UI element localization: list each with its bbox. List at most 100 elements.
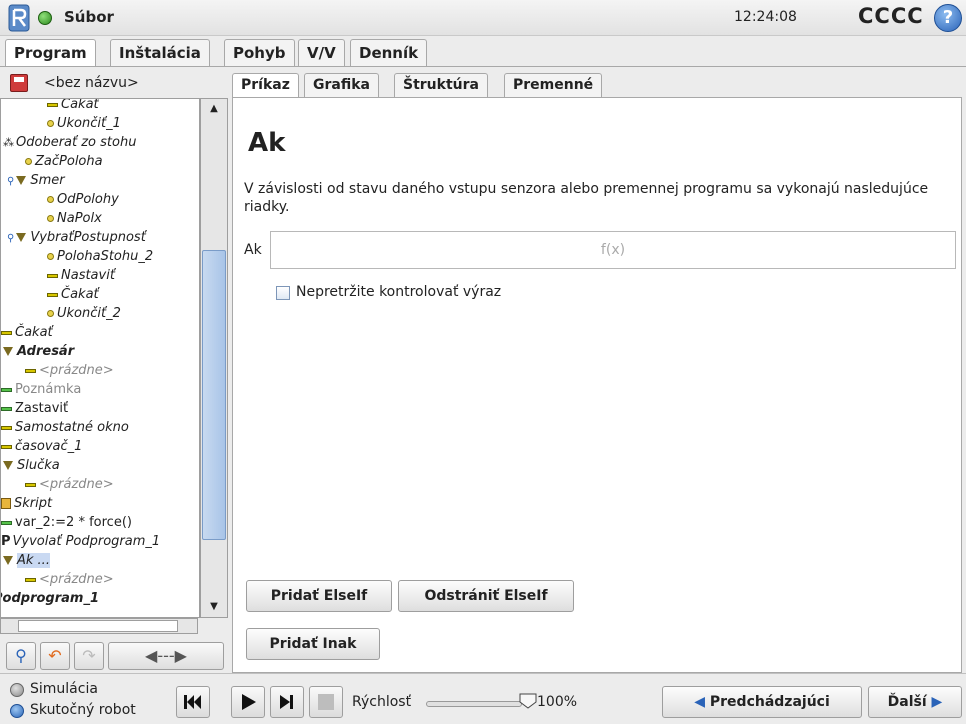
play-button[interactable] [231, 686, 265, 718]
scroll-down-icon[interactable]: ▼ [202, 598, 226, 616]
simulation-label[interactable]: Simulácia [30, 681, 98, 697]
tree-toolbar: ⚲ ↶ ↷ ◀‑‑‑▶ [6, 642, 228, 670]
script-icon [1, 498, 11, 509]
speed-label: Rýchlosť [352, 694, 412, 710]
tree-node[interactable]: Slučka [3, 456, 60, 475]
tree-node[interactable]: <prázdne> [25, 475, 114, 494]
waypoint-icon [47, 120, 54, 127]
tree-node[interactable]: ⚲ VybraťPostupnosť [7, 228, 146, 247]
tree-node-selected[interactable]: Ak ... [3, 551, 50, 570]
speed-slider-handle[interactable] [519, 693, 537, 709]
tab-command[interactable]: Príkaz [232, 73, 299, 97]
real-robot-radio[interactable] [10, 704, 24, 718]
tree-node[interactable]: ⁂ Odoberať zo stohu [3, 133, 136, 152]
tree-node[interactable]: Adresár [3, 342, 74, 361]
expression-field[interactable]: f(x) [270, 231, 956, 269]
move-node-icon[interactable]: ◀‑‑‑▶ [108, 642, 224, 670]
speed-value: 100% [537, 694, 578, 710]
skip-back-icon [184, 695, 201, 709]
real-robot-label[interactable]: Skutočný robot [30, 702, 136, 718]
scroll-up-icon[interactable]: ▲ [202, 100, 226, 118]
tree-node[interactable]: PolohaStohu_2 [47, 247, 153, 266]
wait-icon [47, 292, 58, 297]
tree-node[interactable]: <prázdne> [25, 361, 114, 380]
tree-node[interactable]: Podprogram_1 [1, 589, 99, 608]
simulation-radio[interactable] [10, 683, 24, 697]
waypoint-icon [25, 158, 32, 165]
arrow-right-icon: ▶ [931, 694, 943, 710]
continuous-check-checkbox[interactable] [276, 286, 290, 300]
add-else-button[interactable]: Pridať Inak [246, 628, 380, 660]
tree-node[interactable]: var_2:=2 * force() [1, 513, 132, 532]
tab-program[interactable]: Program [5, 39, 96, 68]
continuous-check-label[interactable]: Nepretržite kontrolovať výraz [296, 284, 501, 300]
popup-icon [1, 425, 12, 430]
expand-icon[interactable]: ⚲ [7, 176, 14, 187]
program-tree[interactable]: Čakať Ukončiť_1 ⁂ Odoberať zo stohu ZačPo… [0, 98, 200, 618]
tree-node[interactable]: ⚲ Smer [7, 171, 65, 190]
wait-icon [1, 330, 12, 335]
timer-icon [1, 444, 12, 449]
command-title: Ak [248, 128, 286, 158]
tree-node[interactable]: ZačPoloha [25, 152, 103, 171]
program-name: <bez názvu> [44, 75, 139, 91]
tree-node[interactable]: Čakať [47, 285, 99, 304]
tab-installation[interactable]: Inštalácia [110, 39, 210, 67]
tab-move[interactable]: Pohyb [224, 39, 295, 67]
tree-node[interactable]: Samostatné okno [1, 418, 129, 437]
play-icon [242, 694, 256, 710]
horizontal-scroll-thumb[interactable] [18, 620, 178, 632]
search-icon[interactable]: ⚲ [6, 642, 36, 670]
clock: 12:24:08 [734, 9, 797, 25]
tree-node[interactable]: Čakať [1, 323, 53, 342]
next-button[interactable]: Ďalší ▶ [868, 686, 962, 718]
file-menu[interactable]: Súbor [64, 8, 114, 26]
skip-back-button[interactable] [176, 686, 210, 718]
subprogram-call-icon: P [1, 534, 11, 549]
tree-node[interactable]: NaPolx [47, 209, 102, 228]
tree-node[interactable]: P Vyvolať Podprogram_1 [1, 532, 160, 551]
add-elseif-button[interactable]: Pridať ElseIf [246, 580, 392, 612]
comment-icon [1, 387, 12, 392]
set-icon [47, 273, 58, 278]
folder-icon [3, 347, 13, 356]
tree-node[interactable]: <prázdne> [25, 570, 114, 589]
skip-forward-icon [280, 695, 293, 709]
tab-log[interactable]: Denník [350, 39, 428, 67]
stop-button[interactable] [309, 686, 343, 718]
folder-icon [16, 233, 27, 242]
help-icon[interactable]: ? [934, 4, 962, 32]
universal-robots-logo-icon [8, 4, 30, 32]
tab-variables[interactable]: Premenné [504, 73, 603, 97]
stop-icon [318, 694, 334, 710]
waypoint-icon [47, 215, 54, 222]
redo-icon[interactable]: ↷ [74, 642, 104, 670]
tab-io[interactable]: V/V [298, 39, 345, 67]
remove-elseif-button[interactable]: Odstrániť ElseIf [398, 580, 574, 612]
undo-icon[interactable]: ↶ [40, 642, 70, 670]
robot-status-icon[interactable] [38, 11, 52, 25]
tree-node[interactable]: časovač_1 [1, 437, 82, 456]
tree-node[interactable]: Ukončiť_2 [47, 304, 121, 323]
expand-icon[interactable]: ⚲ [7, 233, 14, 244]
speed-slider[interactable] [426, 701, 522, 707]
wait-icon [47, 102, 58, 107]
tab-graphics[interactable]: Grafika [304, 73, 379, 97]
loop-icon [3, 461, 13, 470]
robot-name: CCCC [858, 4, 924, 28]
skip-forward-button[interactable] [270, 686, 304, 718]
tree-node[interactable]: Poznámka [1, 380, 81, 399]
tree-node[interactable]: Zastaviť [1, 399, 68, 418]
tab-structure[interactable]: Štruktúra [394, 73, 488, 97]
previous-button[interactable]: ◀ Predchádzajúci [662, 686, 862, 718]
scroll-thumb[interactable] [202, 250, 226, 540]
tree-node[interactable]: Čakať [47, 99, 99, 114]
tree-node[interactable]: Skript [1, 494, 52, 513]
tree-node[interactable]: Ukončiť_1 [47, 114, 121, 133]
save-icon[interactable] [10, 74, 28, 92]
tree-node[interactable]: OdPolohy [47, 190, 119, 209]
folder-icon [16, 176, 27, 185]
tree-node[interactable]: Nastaviť [47, 266, 115, 285]
command-tabs: Príkaz Grafika Štruktúra Premenné [232, 73, 962, 97]
stack-icon: ⁂ [3, 136, 14, 149]
